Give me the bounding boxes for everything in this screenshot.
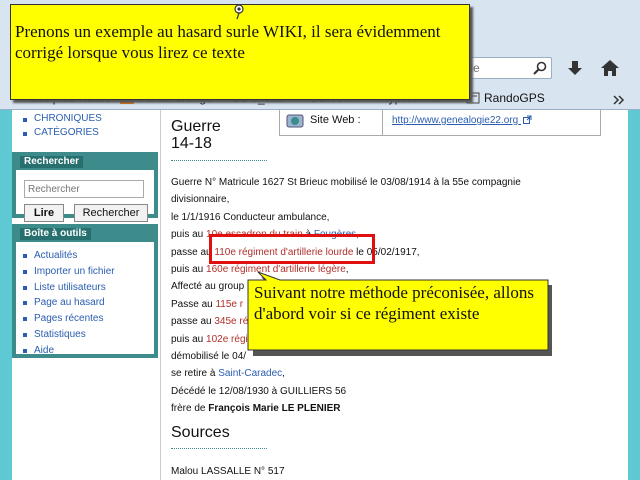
tools-list: Actualités Importer un fichier Liste uti… [16,242,154,359]
section-heading-sources: Sources [171,424,230,441]
text-fragment: passe au [171,246,215,258]
text-fragment: se retire à [171,368,219,380]
search-panel: Rechercher Lire Rechercher [12,152,158,222]
tool-item-statistiques[interactable]: Statistiques [22,327,154,343]
search-panel-body: Lire Rechercher [16,170,154,222]
heading-underline [171,448,267,449]
site-web-url: http://www.genealogie22.org [392,115,519,126]
download-icon[interactable] [566,59,584,77]
tools-panel-body: Actualités Importer un fichier Liste uti… [16,242,154,356]
search-panel-title: Rechercher [20,156,84,168]
callout-text: Suivant notre méthode préconisée, allons… [254,283,534,323]
chevron-menu-icon[interactable] [612,94,626,106]
sibling-name: François Marie LE PLENIER [208,403,341,415]
text-line: divisionnaire, [171,194,230,206]
sidebar: CHRONIQUES CATÉGORIES Rechercher Lire Re… [12,110,158,480]
sidebar-item-chroniques[interactable]: CHRONIQUES [22,112,158,126]
sidebar-search-input[interactable] [24,180,144,198]
search-icon[interactable] [532,60,548,76]
tool-item-liste-utilisateurs[interactable]: Liste utilisateurs [22,280,154,296]
rechercher-button[interactable]: Rechercher [74,204,148,222]
text-line: le 1/1/1916 Conducteur ambulance, [171,211,330,223]
tool-item-importer[interactable]: Importer un fichier [22,264,154,280]
heading-line: 14-18 [171,135,212,152]
text-line: se retire à Saint-Caradec, [171,365,621,382]
source-line: Malou LASSALLE N° 517 [171,466,285,477]
text-fragment: passe au [171,316,215,328]
site-web-row: Site Web : http://www.genealogie22.org [279,110,601,136]
text-fragment: Passe au [171,298,216,310]
tool-item-aide[interactable]: Aide [22,343,154,359]
globe-icon [286,114,304,128]
bookmark-label: RandoGPS [484,91,545,105]
external-link-icon [522,115,532,124]
tool-item-actualites[interactable]: Actualités [22,248,154,264]
pin-icon [234,4,244,20]
tools-panel-title: Boîte à outils [20,228,91,240]
tools-panel: Boîte à outils Actualités Importer un fi… [12,224,158,358]
tool-item-page-hasard[interactable]: Page au hasard [22,295,154,311]
text-fragment: puis au [171,263,207,275]
lire-button[interactable]: Lire [24,204,64,222]
bookmark-item[interactable]: RandoGPS [466,90,545,106]
table-divider [382,110,383,136]
text-line: Guerre N° Matricule 1627 St Brieuc mobil… [171,177,521,188]
site-web-link[interactable]: http://www.genealogie22.org [392,115,532,126]
sidebar-item-categories[interactable]: CATÉGORIES [22,126,158,140]
heading-underline [171,160,267,161]
sidebar-nav: CHRONIQUES CATÉGORIES [12,110,158,140]
text-fragment: puis au [171,229,207,241]
callout-bubble: Suivant notre méthode préconisée, allons… [236,272,556,362]
regiment-highlight-box [209,234,375,264]
text-fragment: frère de [171,403,209,415]
home-icon[interactable] [600,58,620,78]
text-line: frère de François Marie LE PLENIER [171,400,621,417]
tool-item-pages-recentes[interactable]: Pages récentes [22,311,154,327]
text-fragment: puis au [171,333,207,345]
heading-line: Guerre [171,118,221,135]
section-heading-guerre: Guerre 14-18 [171,118,221,152]
text-fragment: , [282,368,285,380]
saint-caradec-link[interactable]: Saint-Caradec [218,368,282,379]
site-web-label: Site Web : [310,114,361,126]
text-line: Décédé le 12/08/1930 à GUILLIERS 56 [171,385,347,397]
